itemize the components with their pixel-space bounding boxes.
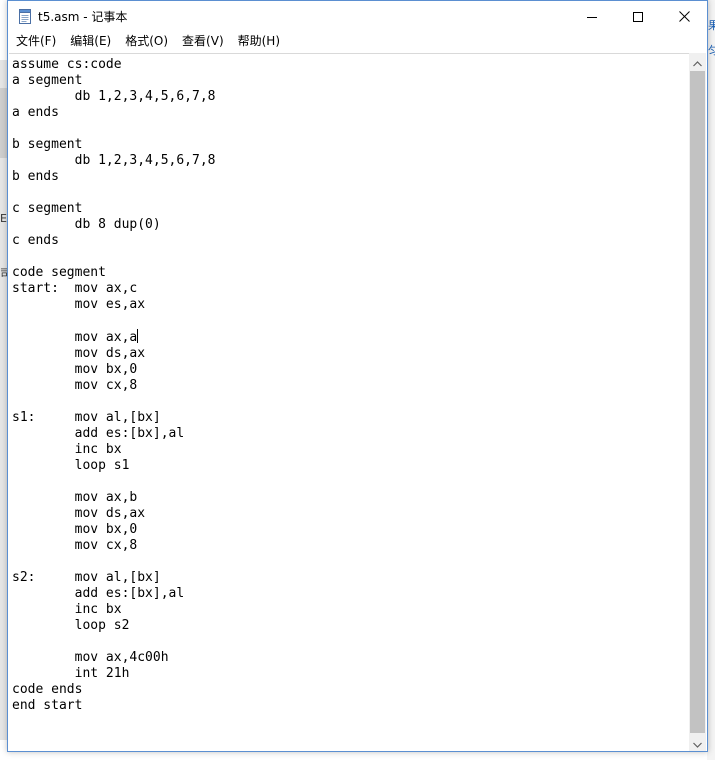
background-text: 果 <box>708 19 715 32</box>
background-window-right-edge <box>707 0 715 760</box>
minimize-icon <box>587 7 597 26</box>
code-line: mov bx,0 <box>12 362 138 377</box>
close-button[interactable] <box>661 1 707 31</box>
code-line: c segment <box>12 201 83 216</box>
code-line: assume cs:code <box>12 57 122 72</box>
code-line: mov ax,b <box>12 490 138 505</box>
minimize-button[interactable] <box>569 1 615 31</box>
scroll-down-button[interactable] <box>689 734 706 751</box>
menu-help[interactable]: 帮助(H) <box>231 31 287 52</box>
code-line: mov ds,ax <box>12 506 146 521</box>
menu-edit[interactable]: 编辑(E) <box>63 31 118 52</box>
maximize-button[interactable] <box>615 1 661 31</box>
text-caret <box>137 329 139 343</box>
code-line: db 8 dup(0) <box>12 217 161 232</box>
code-line: add es:[bx],al <box>12 586 185 601</box>
code-line: s2: mov al,[bx] <box>12 570 161 585</box>
background-text: 匀 <box>708 44 715 57</box>
code-line: start: mov ax,c <box>12 281 138 296</box>
code-line: s1: mov al,[bx] <box>12 410 161 425</box>
code-line: loop s2 <box>12 618 130 633</box>
notepad-icon[interactable] <box>18 9 32 24</box>
code-line: end start <box>12 698 83 713</box>
code-line: c ends <box>12 233 59 248</box>
code-line: code segment <box>12 265 106 280</box>
code-line: inc bx <box>12 602 122 617</box>
code-line: code ends <box>12 682 83 697</box>
code-line: a segment <box>12 73 83 88</box>
scroll-down-arrow-icon <box>693 733 702 752</box>
editor-content[interactable]: assume cs:code a segment db 1,2,3,4,5,6,… <box>12 57 216 714</box>
code-line: mov ax,4c00h <box>12 650 169 665</box>
menu-format[interactable]: 格式(O) <box>118 31 175 52</box>
notepad-window: t5.asm - 记事本 文件(F) 编辑(E) 格式(O) 查看(V) 帮助(… <box>7 0 708 752</box>
code-line: mov bx,0 <box>12 522 138 537</box>
code-line: add es:[bx],al <box>12 426 185 441</box>
code-line: mov es,ax <box>12 297 146 312</box>
background-window-left-edge <box>0 60 7 740</box>
vertical-scrollbar[interactable] <box>689 53 706 751</box>
code-line: mov cx,8 <box>12 378 138 393</box>
code-line: loop s1 <box>12 458 130 473</box>
menu-bar: 文件(F) 编辑(E) 格式(O) 查看(V) 帮助(H) <box>8 31 707 52</box>
code-line: inc bx <box>12 442 122 457</box>
window-title: t5.asm - 记事本 <box>38 10 128 24</box>
code-line: a ends <box>12 105 59 120</box>
maximize-icon <box>633 7 643 26</box>
background-text: E <box>0 212 7 225</box>
code-line: b ends <box>12 169 59 184</box>
scrollbar-thumb[interactable] <box>690 71 705 733</box>
code-line: mov ds,ax <box>12 346 146 361</box>
menu-view[interactable]: 查看(V) <box>175 31 231 52</box>
code-line: db 1,2,3,4,5,6,7,8 <box>12 89 216 104</box>
text-editor[interactable]: assume cs:code a segment db 1,2,3,4,5,6,… <box>9 53 689 751</box>
code-line: mov cx,8 <box>12 538 138 553</box>
code-line: mov ax,a <box>12 330 138 345</box>
scroll-up-button[interactable] <box>689 53 706 70</box>
scroll-up-arrow-icon <box>693 52 702 71</box>
code-line: int 21h <box>12 666 130 681</box>
close-icon <box>678 7 690 26</box>
background-block <box>0 88 7 158</box>
code-line: b segment <box>12 137 83 152</box>
title-bar[interactable]: t5.asm - 记事本 <box>8 1 707 31</box>
menu-file[interactable]: 文件(F) <box>9 31 63 52</box>
code-line: db 1,2,3,4,5,6,7,8 <box>12 153 216 168</box>
